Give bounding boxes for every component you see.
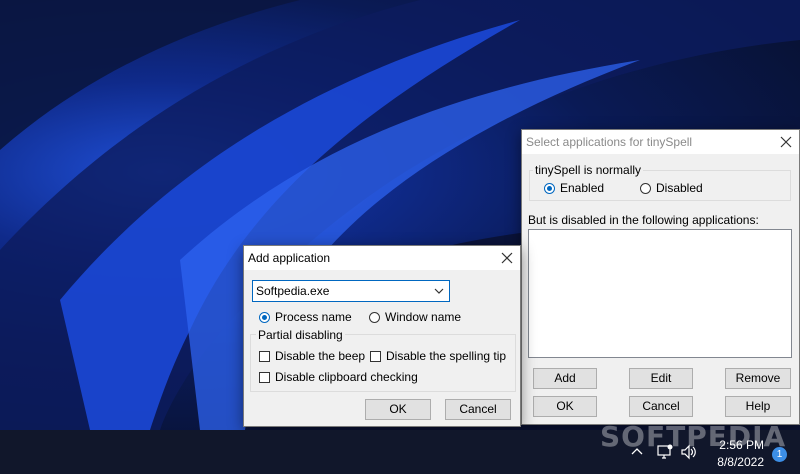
disabled-label: Disabled bbox=[656, 181, 703, 195]
window-name-radio[interactable]: Window name bbox=[369, 310, 461, 324]
disable-clipboard-label: Disable clipboard checking bbox=[275, 370, 418, 384]
enabled-radio[interactable]: Enabled bbox=[544, 181, 604, 195]
checkbox-icon bbox=[370, 350, 381, 362]
close-icon[interactable] bbox=[498, 249, 516, 267]
disabled-apps-list[interactable] bbox=[528, 229, 792, 358]
radio-unselected-icon bbox=[640, 182, 651, 194]
close-icon[interactable] bbox=[777, 133, 795, 151]
disabled-radio[interactable]: Disabled bbox=[640, 181, 703, 195]
disable-beep-checkbox[interactable]: Disable the beep bbox=[259, 349, 365, 363]
radio-selected-icon bbox=[544, 182, 555, 194]
radio-unselected-icon bbox=[369, 311, 380, 323]
add-application-window: Add application Softpedia.exe Process na… bbox=[243, 245, 521, 427]
add-titlebar: Add application bbox=[244, 246, 520, 270]
disable-clipboard-checkbox[interactable]: Disable clipboard checking bbox=[259, 370, 418, 384]
softpedia-watermark: SOFTPEDIA bbox=[600, 420, 787, 453]
help-button[interactable]: Help bbox=[725, 396, 791, 417]
clock-date[interactable]: 8/8/2022 bbox=[717, 455, 764, 469]
select-titlebar: Select applications for tinySpell bbox=[522, 130, 799, 154]
process-name-label: Process name bbox=[275, 310, 352, 324]
partial-disabling-label: Partial disabling bbox=[256, 328, 345, 342]
disable-beep-label: Disable the beep bbox=[275, 349, 366, 363]
add-button[interactable]: Add bbox=[533, 368, 597, 389]
add-window-title: Add application bbox=[248, 251, 331, 265]
select-applications-window: Select applications for tinySpell tinySp… bbox=[521, 129, 800, 425]
disabled-list-label: But is disabled in the following applica… bbox=[528, 213, 759, 227]
application-combo[interactable]: Softpedia.exe bbox=[252, 280, 450, 302]
window-name-label: Window name bbox=[385, 310, 462, 324]
select-window-title: Select applications for tinySpell bbox=[526, 135, 693, 149]
remove-button[interactable]: Remove bbox=[725, 368, 791, 389]
chevron-down-icon[interactable] bbox=[433, 285, 445, 297]
checkbox-icon bbox=[259, 371, 270, 383]
ok-button[interactable]: OK bbox=[365, 399, 431, 420]
ok-button[interactable]: OK bbox=[533, 396, 597, 417]
edit-button[interactable]: Edit bbox=[629, 368, 693, 389]
enabled-label: Enabled bbox=[560, 181, 605, 195]
process-name-radio[interactable]: Process name bbox=[259, 310, 352, 324]
disable-spelling-tip-checkbox[interactable]: Disable the spelling tip bbox=[370, 349, 506, 363]
cancel-button[interactable]: Cancel bbox=[629, 396, 693, 417]
cancel-button[interactable]: Cancel bbox=[445, 399, 511, 420]
radio-selected-icon bbox=[259, 311, 270, 323]
disable-spelling-tip-label: Disable the spelling tip bbox=[386, 349, 507, 363]
normally-group-label: tinySpell is normally bbox=[533, 163, 644, 177]
application-combo-value: Softpedia.exe bbox=[256, 284, 330, 298]
checkbox-icon bbox=[259, 350, 270, 362]
